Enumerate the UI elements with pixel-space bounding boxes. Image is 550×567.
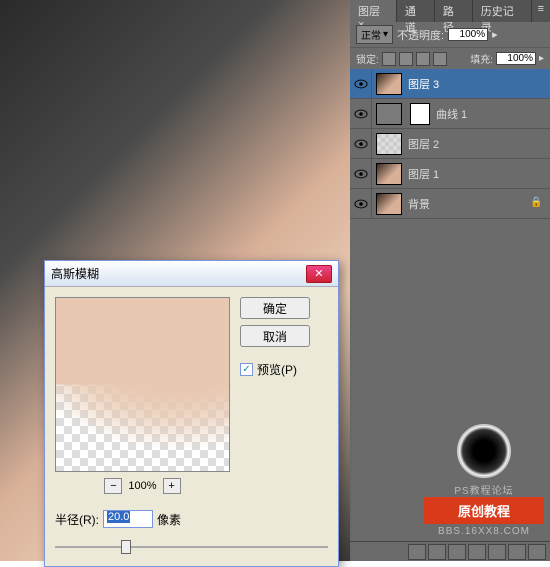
panel-tabs: 图层 × 通道 路径 历史记录 ≡ [350,0,550,22]
lock-row: 锁定: 填充: 100%▸ [350,48,550,69]
group-icon[interactable] [488,544,506,560]
watermark: PS教程论坛 原创教程 BBS.16XX8.COM [424,424,544,537]
blend-mode-select[interactable]: 正常 ▾ [356,25,393,44]
layer-row[interactable]: 曲线 1 [350,99,550,129]
lock-icon: 🔒 [530,197,544,211]
layer-thumbnail[interactable] [376,133,402,155]
fill-input[interactable]: 100% [496,52,536,65]
tab-channels[interactable]: 通道 [397,0,435,22]
layer-name[interactable]: 图层 1 [406,166,550,182]
visibility-toggle[interactable] [350,69,372,99]
tab-layers[interactable]: 图层 × [350,0,397,22]
eye-icon [354,169,368,179]
fill-label: 填充: [470,51,493,66]
panel-menu-icon[interactable]: ≡ [532,0,550,22]
radius-input[interactable]: 20.0 [103,510,153,528]
visibility-toggle[interactable] [350,129,372,159]
zoom-value: 100% [128,480,156,492]
link-icon[interactable] [408,544,426,560]
cancel-button[interactable]: 取消 [240,325,310,347]
mask-icon[interactable] [448,544,466,560]
opacity-input[interactable]: 100% [448,28,488,41]
new-layer-icon[interactable] [508,544,526,560]
trash-icon[interactable] [528,544,546,560]
slider-thumb[interactable] [121,540,131,554]
layer-row[interactable]: 图层 3 [350,69,550,99]
preview-box[interactable] [55,297,230,472]
watermark-text: PS教程论坛 [424,482,544,497]
dialog-title: 高斯模糊 [51,265,306,282]
layer-name[interactable]: 图层 3 [406,76,550,92]
adjustment-thumbnail[interactable] [376,103,402,125]
layer-name[interactable]: 曲线 1 [434,106,550,122]
zoom-in-button[interactable]: + [163,478,181,494]
fx-icon[interactable] [428,544,446,560]
eye-icon [354,79,368,89]
layer-thumbnail[interactable] [376,193,402,215]
eye-icon [354,199,368,209]
layer-thumbnail[interactable] [376,73,402,95]
tab-paths[interactable]: 路径 [435,0,473,22]
eye-icon [354,109,368,119]
ok-button[interactable]: 确定 [240,297,310,319]
tab-history[interactable]: 历史记录 [473,0,532,22]
radius-unit: 像素 [157,511,181,528]
mask-thumbnail[interactable] [410,103,430,125]
gaussian-blur-dialog: 高斯模糊 ✕ − 100% + 确定 取消 ✓ 预览(P) 半径(R): 20.… [44,260,339,567]
visibility-toggle[interactable] [350,159,372,189]
watermark-badge: 原创教程 [424,497,544,524]
lock-move-icon[interactable] [416,52,430,66]
layer-name[interactable]: 图层 2 [406,136,550,152]
adjustment-icon[interactable] [468,544,486,560]
layer-list: 图层 3 曲线 1 图层 2 图层 1 背景 🔒 [350,69,550,219]
dialog-titlebar[interactable]: 高斯模糊 ✕ [45,261,338,287]
lock-brush-icon[interactable] [399,52,413,66]
watermark-url: BBS.16XX8.COM [424,526,544,537]
zoom-out-button[interactable]: − [104,478,122,494]
radius-label: 半径(R): [55,511,99,528]
layer-row[interactable]: 图层 2 [350,129,550,159]
watermark-logo [457,424,511,478]
checkbox-icon: ✓ [240,363,253,376]
visibility-toggle[interactable] [350,99,372,129]
eye-icon [354,139,368,149]
layer-name[interactable]: 背景 [406,196,530,212]
layers-footer [350,541,550,561]
close-button[interactable]: ✕ [306,265,332,283]
chevron-icon[interactable]: ▸ [492,28,498,41]
visibility-toggle[interactable] [350,189,372,219]
lock-label: 锁定: [356,51,379,66]
layers-panel: 图层 × 通道 路径 历史记录 ≡ 正常 ▾ 不透明度: 100%▸ 锁定: 填… [350,0,550,561]
preview-checkbox[interactable]: ✓ 预览(P) [240,361,310,378]
opacity-label: 不透明度: [397,27,444,43]
lock-all-icon[interactable] [433,52,447,66]
lock-transparent-icon[interactable] [382,52,396,66]
chevron-icon[interactable]: ▸ [539,53,544,64]
preview-label: 预览(P) [257,361,297,378]
layer-thumbnail[interactable] [376,163,402,185]
layer-row[interactable]: 背景 🔒 [350,189,550,219]
radius-slider[interactable] [55,538,328,556]
layer-row[interactable]: 图层 1 [350,159,550,189]
chevron-down-icon: ▾ [383,29,388,40]
